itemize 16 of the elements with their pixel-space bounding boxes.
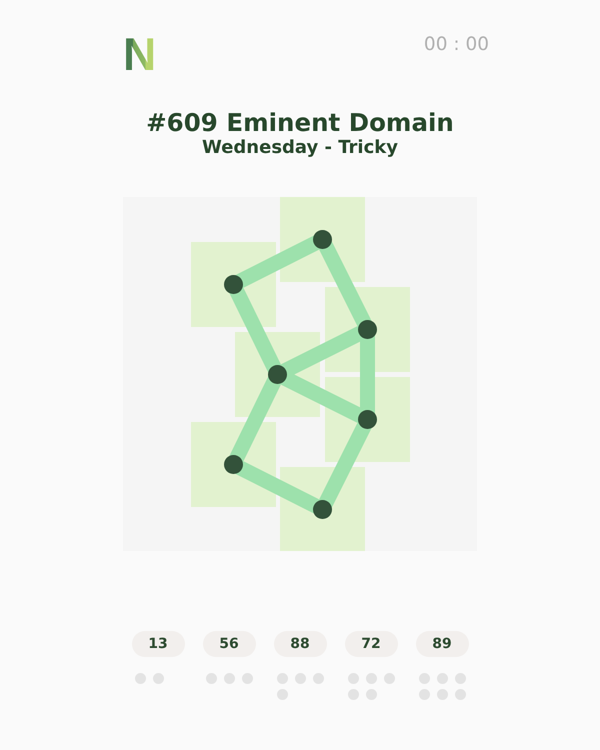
node-dot [224, 275, 243, 294]
node-dot [358, 320, 377, 339]
score-badge: 13 [132, 631, 184, 657]
timer: 00 : 00 [424, 34, 489, 56]
puzzle-title: #609 Eminent Domain [146, 108, 454, 138]
node-dot [313, 500, 332, 519]
score-badge: 56 [202, 631, 256, 657]
node-dot [224, 455, 243, 474]
node-dot [268, 365, 287, 384]
node-dot [313, 230, 332, 249]
score-badge: 72 [344, 631, 398, 657]
app-logo: N [123, 37, 156, 71]
node-dot [358, 410, 377, 429]
score-badge: 88 [274, 631, 326, 657]
puzzle-subtitle: Wednesday - Tricky [202, 137, 398, 159]
score-badge: 89 [416, 631, 468, 657]
